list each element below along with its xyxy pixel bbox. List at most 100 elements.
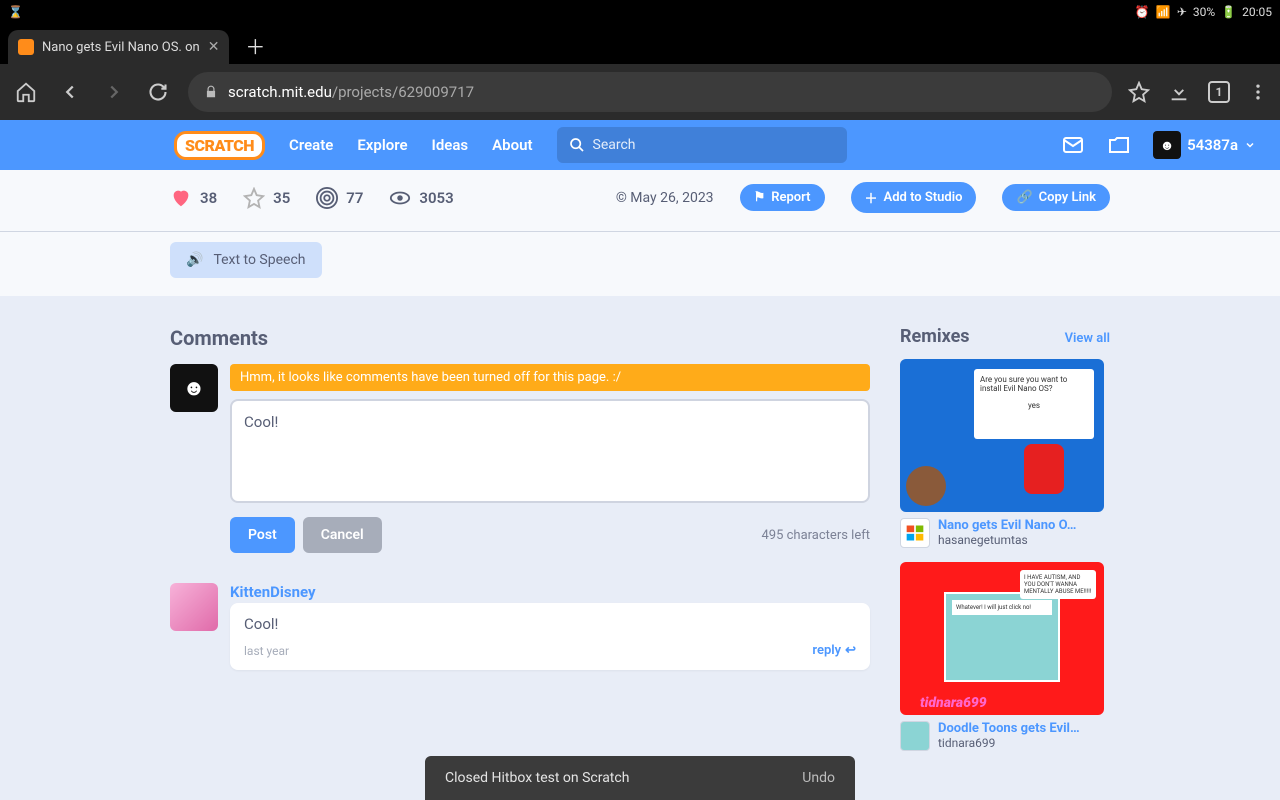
- reload-button[interactable]: [144, 78, 172, 106]
- search-icon: [569, 137, 585, 153]
- nav-explore[interactable]: Explore: [357, 136, 407, 154]
- download-icon[interactable]: [1168, 81, 1190, 103]
- favicon-icon: [18, 39, 34, 55]
- url-host: scratch.mit.edu: [228, 83, 332, 101]
- link-icon: 🔗: [1016, 190, 1032, 205]
- report-label: Report: [771, 190, 810, 205]
- browser-tabstrip: Nano gets Evil Nano OS. on ✕ ＋: [0, 24, 1280, 64]
- current-user-avatar[interactable]: ☻: [170, 364, 218, 412]
- android-status-bar: ⌛ ⏰ 📶 ✈ 30% 🔋 20:05: [0, 0, 1280, 24]
- speech-icon: 🔊: [186, 252, 203, 268]
- extensions-row: 🔊 Text to Speech: [0, 232, 1280, 296]
- url-path: /projects/629009717: [332, 83, 474, 101]
- remix-title[interactable]: Nano gets Evil Nano O…: [938, 518, 1076, 533]
- post-button[interactable]: Post: [230, 517, 295, 553]
- remix-thumbnail: Are you sure you want to install Evil Na…: [900, 359, 1104, 512]
- comments-heading: Comments: [170, 326, 268, 350]
- tts-label: Text to Speech: [213, 252, 305, 268]
- snackbar: Closed Hitbox test on Scratch Undo: [425, 756, 855, 800]
- stat-remixes: 77: [316, 187, 363, 209]
- favs-count: 35: [273, 189, 290, 207]
- scratch-logo[interactable]: SCRATCH: [174, 131, 265, 160]
- copy-link-label: Copy Link: [1039, 190, 1096, 205]
- search-box[interactable]: [557, 127, 847, 163]
- lock-icon: [204, 85, 218, 99]
- close-tab-icon[interactable]: ✕: [208, 39, 220, 55]
- report-button[interactable]: ⚑ Report: [740, 184, 825, 211]
- comment-item: KittenDisney Cool! last year reply ↩: [170, 583, 870, 670]
- tabs-count-icon[interactable]: 1: [1208, 81, 1230, 103]
- windows-icon: [900, 518, 930, 548]
- loves-count: 38: [200, 189, 217, 207]
- remix-thumbnail: Whatever! I will just click no! I HAVE A…: [900, 562, 1104, 715]
- comment-textarea[interactable]: [230, 399, 870, 503]
- text-to-speech-extension[interactable]: 🔊 Text to Speech: [170, 242, 322, 278]
- remix-count: 77: [346, 189, 363, 207]
- user-menu[interactable]: ☻ 54387a: [1153, 131, 1256, 159]
- remix-dialog-text: Are you sure you want to install Evil Na…: [980, 375, 1088, 393]
- plus-icon: ＋: [865, 188, 878, 207]
- remix-dialog-yes: yes: [980, 401, 1088, 410]
- browser-tab[interactable]: Nano gets Evil Nano OS. on ✕: [8, 30, 229, 64]
- tab-title: Nano gets Evil Nano OS. on: [42, 40, 200, 55]
- nav-ideas[interactable]: Ideas: [432, 136, 469, 154]
- snackbar-text: Closed Hitbox test on Scratch: [445, 770, 629, 786]
- chars-left: 495 characters left: [761, 528, 870, 543]
- hourglass-icon: ⌛: [8, 5, 23, 19]
- undo-button[interactable]: Undo: [802, 770, 835, 786]
- battery-percent: 30%: [1193, 5, 1215, 19]
- forward-button[interactable]: [100, 78, 128, 106]
- new-tab-button[interactable]: ＋: [237, 27, 273, 64]
- nav-create[interactable]: Create: [289, 136, 333, 154]
- messages-icon[interactable]: [1061, 133, 1085, 157]
- user-avatar: ☻: [1153, 131, 1181, 159]
- stat-views: 3053: [389, 187, 453, 209]
- home-button[interactable]: [12, 78, 40, 106]
- commenter-avatar[interactable]: [170, 583, 218, 631]
- comment-time: last year: [244, 644, 289, 658]
- remix-author[interactable]: hasanegetumtas: [938, 533, 1076, 547]
- reply-button[interactable]: reply ↩: [812, 643, 856, 658]
- remixes-heading: Remixes: [900, 326, 1065, 347]
- heart-icon: [170, 187, 192, 209]
- clock: 20:05: [1242, 5, 1272, 19]
- page-content: 38 35 77 3053 © May 26, 202: [0, 170, 1280, 800]
- stats-row: 38 35 77 3053 © May 26, 202: [0, 170, 1280, 232]
- reply-label: reply: [812, 643, 841, 658]
- comment-text: Cool!: [244, 615, 856, 633]
- share-date: © May 26, 2023: [616, 190, 714, 206]
- reply-arrow-icon: ↩: [845, 643, 856, 658]
- views-count: 3053: [419, 189, 453, 207]
- chevron-down-icon: [1244, 139, 1256, 151]
- eye-icon: [389, 187, 411, 209]
- add-studio-label: Add to Studio: [884, 190, 963, 205]
- stat-favorites[interactable]: 35: [243, 187, 290, 209]
- flag-icon: ⚑: [754, 190, 766, 205]
- search-input[interactable]: [593, 137, 835, 153]
- stat-loves[interactable]: 38: [170, 187, 217, 209]
- remix-card[interactable]: Whatever! I will just click no! I HAVE A…: [900, 562, 1110, 751]
- commenter-username[interactable]: KittenDisney: [230, 583, 870, 601]
- star-outline-icon: [243, 187, 265, 209]
- address-bar[interactable]: scratch.mit.edu/projects/629009717: [188, 72, 1112, 112]
- mystuff-icon[interactable]: [1107, 133, 1131, 157]
- view-all-remixes[interactable]: View all: [1065, 331, 1110, 346]
- add-studio-button[interactable]: ＋ Add to Studio: [851, 182, 977, 213]
- comments-off-warning: Hmm, it looks like comments have been tu…: [230, 364, 870, 391]
- cancel-button[interactable]: Cancel: [303, 517, 382, 553]
- star-icon[interactable]: [1128, 81, 1150, 103]
- username: 54387a: [1187, 136, 1238, 154]
- back-button[interactable]: [56, 78, 84, 106]
- copy-link-button[interactable]: 🔗 Copy Link: [1002, 184, 1110, 211]
- browser-urlbar: scratch.mit.edu/projects/629009717 1: [0, 64, 1280, 120]
- wifi-icon: 📶: [1156, 5, 1171, 19]
- nav-about[interactable]: About: [492, 136, 532, 154]
- remix-title[interactable]: Doodle Toons gets Evil…: [938, 721, 1080, 736]
- menu-icon[interactable]: [1248, 82, 1268, 102]
- battery-icon: 🔋: [1221, 5, 1236, 19]
- remix-author[interactable]: tidnara699: [938, 736, 1080, 750]
- remix-card[interactable]: Are you sure you want to install Evil Na…: [900, 359, 1110, 548]
- remix-icon: [316, 187, 338, 209]
- remix-avatar-icon: [900, 721, 930, 751]
- alarm-icon: ⏰: [1135, 5, 1150, 19]
